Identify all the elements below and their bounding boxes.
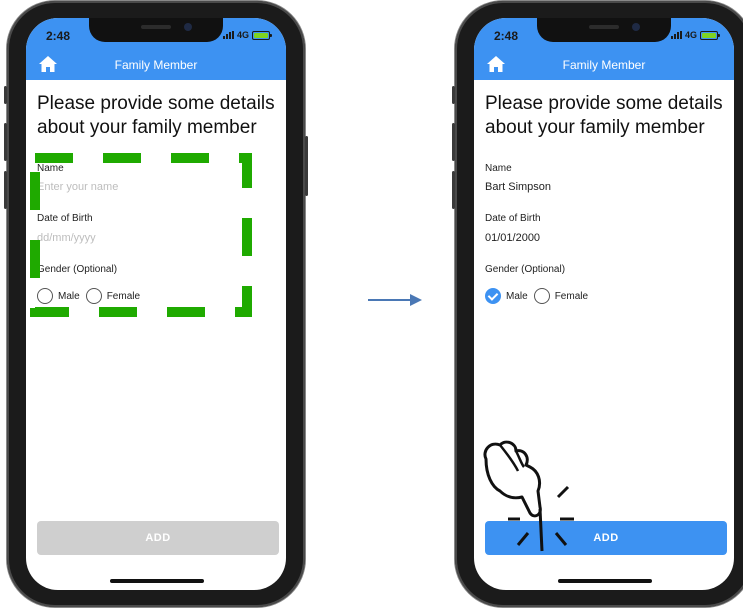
network-type: 4G — [684, 30, 697, 40]
front-camera — [632, 23, 640, 31]
power-button — [305, 136, 308, 196]
gender-radio-group: Male Female — [485, 288, 594, 304]
gender-label: Gender (Optional) — [485, 264, 566, 275]
signal-bars-icon — [670, 31, 682, 39]
battery-icon — [700, 30, 720, 40]
mute-switch — [452, 86, 455, 104]
right-arrow-icon — [368, 294, 422, 306]
name-input[interactable]: Bart Simpson — [485, 181, 551, 193]
volume-down-button — [452, 171, 455, 209]
male-radio[interactable] — [485, 288, 501, 304]
speaker — [141, 25, 171, 29]
app-header: 2:48 4G Family Member — [474, 18, 734, 80]
volume-down-button — [4, 171, 7, 209]
comparison-stage: 2:48 4G Family Member Please provide som… — [0, 0, 743, 608]
speaker — [589, 25, 619, 29]
dashed-box-icon — [30, 153, 252, 317]
page-heading: Please provide some details about your f… — [485, 93, 723, 138]
volume-up-button — [452, 123, 455, 161]
home-indicator — [110, 579, 204, 583]
dob-input[interactable]: 01/01/2000 — [485, 232, 540, 244]
status-indicators: 4G — [222, 30, 272, 40]
male-radio-label[interactable]: Male — [506, 291, 528, 302]
status-time: 2:48 — [494, 29, 519, 43]
battery-icon — [252, 30, 272, 40]
home-indicator — [558, 579, 652, 583]
status-time: 2:48 — [46, 29, 71, 43]
signal-bars-icon — [222, 31, 234, 39]
dob-label: Date of Birth — [485, 213, 541, 224]
female-radio-label[interactable]: Female — [555, 291, 588, 302]
mute-switch — [4, 86, 7, 104]
tapping-hand-icon — [483, 440, 574, 552]
front-camera — [184, 23, 192, 31]
volume-up-button — [4, 123, 7, 161]
notch — [89, 18, 223, 42]
nav-title: Family Member — [114, 58, 198, 72]
status-indicators: 4G — [670, 30, 720, 40]
network-type: 4G — [236, 30, 249, 40]
page-heading: Please provide some details about your f… — [37, 93, 275, 138]
notch — [537, 18, 671, 42]
add-button[interactable]: ADD — [37, 521, 279, 555]
app-header: 2:48 4G Family Member — [26, 18, 286, 80]
name-label: Name — [485, 163, 512, 174]
nav-title: Family Member — [562, 58, 646, 72]
female-radio[interactable] — [533, 288, 550, 304]
